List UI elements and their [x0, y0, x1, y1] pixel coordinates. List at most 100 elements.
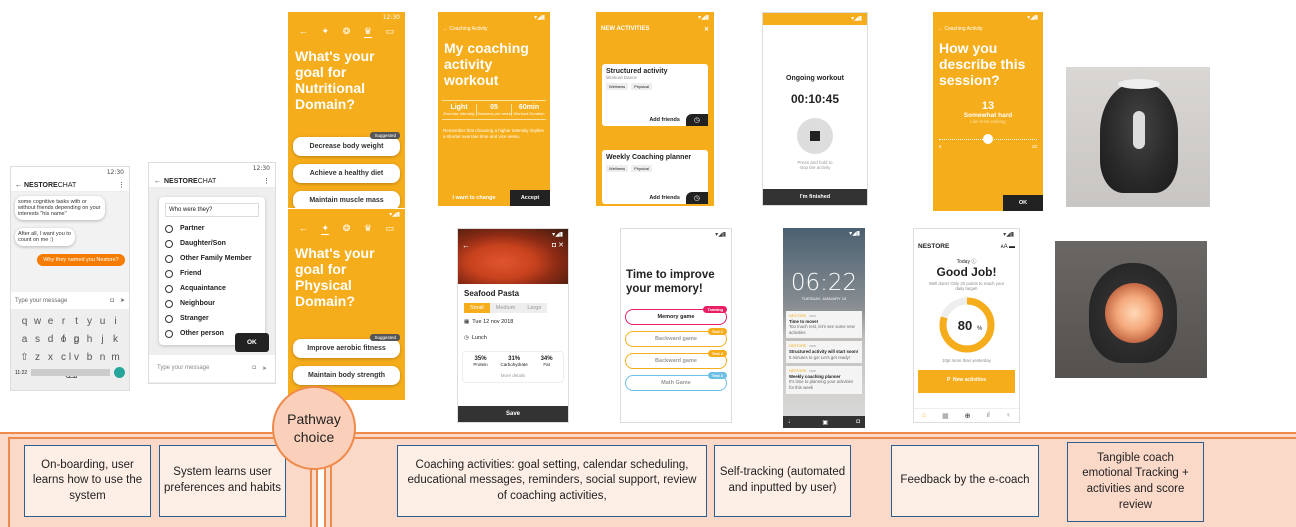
- keyboard-key[interactable]: m: [109, 352, 122, 363]
- keyboard-key[interactable]: a: [18, 334, 31, 345]
- new-activities-button[interactable]: P New activities: [918, 370, 1015, 393]
- keyboard-key[interactable]: i: [109, 316, 122, 327]
- message-input[interactable]: Type your message: [157, 365, 209, 372]
- save-button[interactable]: Save: [458, 406, 568, 422]
- activity-card[interactable]: Weekly Coaching planner Wellness Physical…: [602, 150, 708, 204]
- option-radio[interactable]: Daughter/Son: [165, 236, 259, 251]
- keyboard-key[interactable]: x: [44, 352, 57, 363]
- back-icon[interactable]: ←: [299, 26, 308, 38]
- brain-icon[interactable]: ❂: [343, 26, 351, 38]
- mic-icon[interactable]: ♩: [788, 419, 794, 425]
- back-icon[interactable]: ←: [15, 182, 22, 189]
- message-input[interactable]: Type your message: [15, 298, 67, 304]
- meal-type[interactable]: ◷ Lunch: [458, 331, 568, 345]
- domain-tabs[interactable]: ← ✦ ❂ ♛ ▭: [288, 221, 405, 237]
- keyboard-key[interactable]: f: [57, 334, 70, 345]
- keyboard[interactable]: qwertyuiop asdfghjkl ⇧zxcvbnm⌫ 11:22: [11, 309, 129, 390]
- more-details-link[interactable]: More details: [467, 373, 559, 378]
- calendar-icon[interactable]: ▦: [942, 412, 949, 420]
- keyboard-key[interactable]: k: [109, 334, 122, 345]
- brain-icon[interactable]: ❂: [343, 223, 351, 235]
- ok-button[interactable]: OK: [1003, 195, 1043, 211]
- radio-icon[interactable]: [165, 254, 173, 263]
- keyboard-key[interactable]: g: [70, 334, 83, 345]
- activity-card[interactable]: Structured activity Workout Dance Wellne…: [602, 64, 708, 126]
- portion-selector[interactable]: Small Medium Large: [464, 303, 562, 313]
- goal-option[interactable]: Achieve a healthy diet: [293, 164, 400, 183]
- keyboard-key[interactable]: u: [96, 316, 109, 327]
- reply-bubble[interactable]: Why they named you Nestore?: [37, 254, 125, 266]
- shift-key[interactable]: ⇧: [18, 352, 31, 363]
- notification[interactable]: NESTORE now Weekly coaching planner It's ti…: [786, 366, 862, 394]
- more-icon[interactable]: ⋮: [118, 181, 125, 189]
- lock-icon[interactable]: ▣: [822, 419, 828, 426]
- game-button[interactable]: Backward game Test 1: [625, 327, 727, 347]
- option-radio[interactable]: Acquaintance: [165, 281, 259, 296]
- goal-option[interactable]: Improve aerobic fitness Suggested: [293, 334, 400, 358]
- option-radio[interactable]: Other Family Member: [165, 251, 259, 266]
- radio-icon[interactable]: [165, 224, 173, 233]
- radio-icon[interactable]: [165, 239, 173, 248]
- back-icon[interactable]: ←: [154, 178, 161, 185]
- close-icon[interactable]: ◘ ✕: [552, 241, 564, 249]
- ok-button[interactable]: OK: [235, 333, 269, 352]
- social-icon[interactable]: ▭: [386, 223, 395, 235]
- keyboard-mode[interactable]: 11:22: [15, 370, 27, 376]
- radio-icon[interactable]: [165, 299, 173, 308]
- send-icon[interactable]: ➤: [262, 365, 267, 372]
- radio-icon[interactable]: [165, 284, 173, 293]
- rating-slider[interactable]: [939, 134, 1037, 145]
- add-icon[interactable]: ⊕: [965, 412, 971, 420]
- add-friends-link[interactable]: Add friends: [649, 195, 680, 201]
- profile-icon[interactable]: ♀: [1006, 412, 1011, 419]
- more-icon[interactable]: ⋮: [263, 177, 270, 185]
- keyboard-key[interactable]: h: [83, 334, 96, 345]
- enter-key[interactable]: [114, 367, 125, 378]
- keyboard-key[interactable]: n: [96, 352, 109, 363]
- keyboard-key[interactable]: t: [70, 316, 83, 327]
- radio-icon[interactable]: [165, 314, 173, 323]
- notification[interactable]: NESTORE now Time to move! Too much rest, le…: [786, 311, 862, 339]
- keyboard-key[interactable]: d: [44, 334, 57, 345]
- space-bar[interactable]: [31, 369, 110, 376]
- social-icon[interactable]: ▭: [386, 26, 395, 38]
- game-button[interactable]: Math Game Test 3: [625, 371, 727, 391]
- domain-tabs[interactable]: ← ✦ ❂ ♛ ▭: [288, 24, 405, 40]
- radio-icon[interactable]: [165, 269, 173, 278]
- finish-button[interactable]: I'm finished: [763, 189, 867, 205]
- camera-icon[interactable]: ◘: [856, 419, 860, 425]
- accept-button[interactable]: Accept: [510, 190, 550, 206]
- add-friends-link[interactable]: Add friends: [649, 117, 680, 123]
- keyboard-key[interactable]: v: [70, 352, 83, 363]
- size-small[interactable]: Small: [464, 303, 490, 313]
- notification[interactable]: NESTORE now Structured activity will start…: [786, 341, 862, 364]
- option-radio[interactable]: Neighbour: [165, 296, 259, 311]
- keyboard-key[interactable]: w: [31, 316, 44, 327]
- keyboard-key[interactable]: s: [31, 334, 44, 345]
- stats-icon[interactable]: ıl: [986, 412, 990, 419]
- keyboard-key[interactable]: q: [18, 316, 31, 327]
- clock-icon[interactable]: ◷: [685, 114, 708, 126]
- keyboard-key[interactable]: r: [57, 316, 70, 327]
- change-button[interactable]: I want to change: [438, 190, 510, 206]
- option-radio[interactable]: Friend: [165, 266, 259, 281]
- camera-icon[interactable]: ◘: [110, 298, 114, 304]
- keyboard-key[interactable]: z: [31, 352, 44, 363]
- game-button[interactable]: Memory game Training: [625, 305, 727, 325]
- food-icon[interactable]: ♛: [364, 223, 372, 235]
- goal-option[interactable]: Decrease body weight Suggested: [293, 132, 400, 156]
- option-radio[interactable]: Stranger: [165, 311, 259, 326]
- size-large[interactable]: Large: [521, 303, 548, 313]
- home-icon[interactable]: ⌂: [922, 412, 926, 419]
- keyboard-key[interactable]: c: [57, 352, 70, 363]
- size-medium[interactable]: Medium: [489, 303, 522, 313]
- run-icon[interactable]: ✦: [321, 26, 329, 38]
- keyboard-key[interactable]: e: [44, 316, 57, 327]
- goal-option[interactable]: Maintain body strength: [293, 366, 400, 385]
- send-icon[interactable]: ➤: [120, 297, 125, 304]
- meal-date[interactable]: ▦ Tue 12 nov 2018: [458, 313, 568, 331]
- stop-button[interactable]: [797, 118, 833, 154]
- option-radio[interactable]: Partner: [165, 221, 259, 236]
- run-icon[interactable]: ✦: [321, 223, 330, 235]
- keyboard-key[interactable]: j: [96, 334, 109, 345]
